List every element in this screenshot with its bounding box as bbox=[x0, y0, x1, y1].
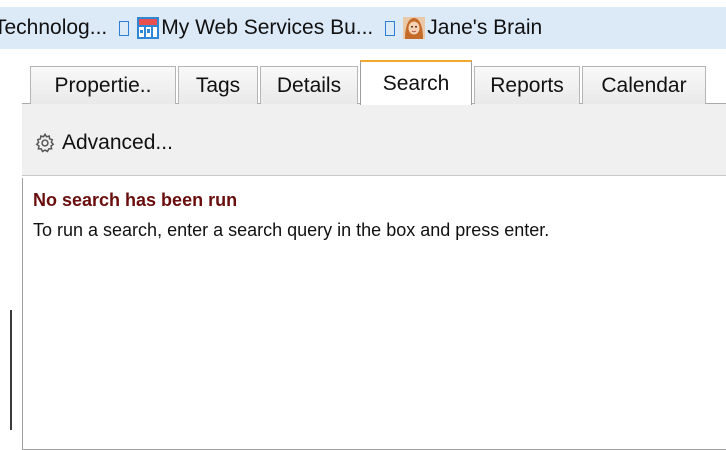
breadcrumb-item-label: Jane's Brain bbox=[427, 16, 543, 39]
left-pane-edge bbox=[0, 58, 22, 450]
breadcrumb-separator-icon bbox=[119, 20, 130, 36]
tab-search[interactable]: Search bbox=[360, 60, 472, 105]
breadcrumb-separator-icon bbox=[385, 20, 396, 36]
gear-icon bbox=[35, 132, 55, 153]
splitter-line[interactable] bbox=[10, 310, 12, 430]
tab-label: Calendar bbox=[601, 73, 687, 97]
breadcrumb-item-web-services[interactable]: My Web Services Bu... bbox=[137, 16, 373, 40]
jane-avatar-icon bbox=[403, 17, 426, 39]
search-results-panel: No search has been run To run a search, … bbox=[22, 178, 726, 450]
tab-label: Propertie.. bbox=[54, 73, 152, 97]
breadcrumb-item-label: Technolog... bbox=[0, 16, 108, 39]
tab-calendar[interactable]: Calendar bbox=[582, 66, 706, 104]
tab-reports[interactable]: Reports bbox=[474, 66, 580, 104]
breadcrumb-item-label: My Web Services Bu... bbox=[161, 16, 374, 39]
breadcrumb-item-technology[interactable]: Technolog... bbox=[0, 16, 107, 40]
breadcrumb-strip: Technolog... My Web Services Bu... Jane'… bbox=[0, 7, 726, 49]
breadcrumb-item-janes-brain[interactable]: Jane's Brain bbox=[403, 16, 542, 40]
results-status-title: No search has been run bbox=[33, 190, 238, 210]
advanced-button-label: Advanced... bbox=[62, 131, 173, 154]
web-services-thumbnail-icon bbox=[137, 17, 160, 39]
tab-label: Search bbox=[382, 71, 450, 95]
advanced-button[interactable]: Advanced... bbox=[34, 128, 173, 158]
search-toolbar: Advanced... bbox=[22, 104, 726, 176]
tab-strip: Propertie.. Tags Details Search Reports … bbox=[22, 58, 726, 105]
tab-label: Details bbox=[276, 73, 342, 97]
results-hint-text: To run a search, enter a search query in… bbox=[33, 220, 550, 240]
tab-tags[interactable]: Tags bbox=[178, 66, 258, 104]
breadcrumb: Technolog... My Web Services Bu... Jane'… bbox=[0, 0, 726, 58]
tab-properties[interactable]: Propertie.. bbox=[30, 66, 176, 104]
tab-details[interactable]: Details bbox=[260, 66, 358, 104]
tab-label: Tags bbox=[195, 73, 241, 97]
tab-label: Reports bbox=[490, 73, 564, 97]
